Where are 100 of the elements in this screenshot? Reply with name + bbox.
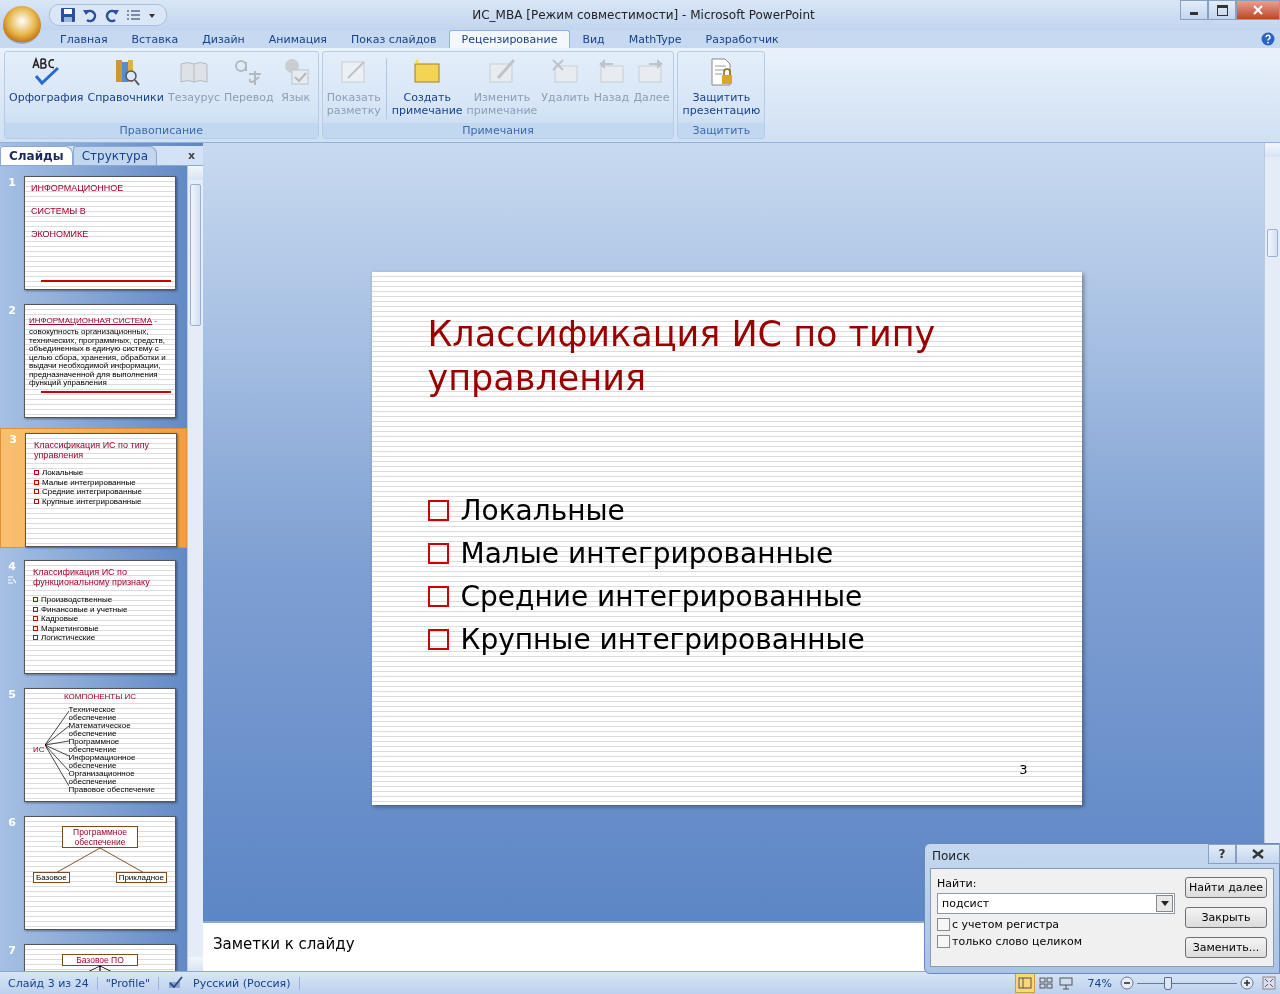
office-button[interactable] <box>3 6 41 44</box>
language-indicator[interactable]: Русский (Россия) <box>193 976 300 990</box>
thumb-title: Классификация ИС по типу управления <box>34 440 151 460</box>
spell-check-icon[interactable] <box>167 976 184 990</box>
thumb-title-line: ИНФОРМАЦИОННОЕ <box>31 183 125 193</box>
panel-tab[interactable]: Структура <box>72 146 158 165</box>
thumb-heading: ИНФОРМАЦИОННАЯ СИСТЕМА <box>29 316 153 325</box>
maximize-button[interactable] <box>1208 0 1236 20</box>
ribbon-button[interactable]: Орфография <box>7 54 86 123</box>
slide-show-icon[interactable] <box>1056 974 1075 992</box>
slide-number: 3 <box>1019 761 1028 777</box>
group-label: Защитить <box>678 123 765 138</box>
thumb-bullet-text: Средние интегрированные <box>42 487 142 497</box>
slide-thumbnail-row[interactable]: 3 Классификация ИС по типу управления Локальные Малые интегрированные Средние интегрированные Крупные интегрированные <box>0 428 187 548</box>
slide-thumbnail-row[interactable]: 5 КОМПОНЕНТЫ ИС ИС Техническое обеспечение Математическое обеспечение Программное обеспечение Информационное обеспечение Организационное обеспечение Правовое обеспечение <box>0 684 187 804</box>
panel-tab[interactable]: Слайды <box>0 146 73 165</box>
zoom-in-icon[interactable] <box>1240 976 1254 990</box>
bullet-square-icon <box>427 585 449 607</box>
ribbon-tab[interactable]: Вид <box>570 31 617 48</box>
bullet-square-icon <box>427 628 449 650</box>
thumb-component-label: Правовое обеспечение <box>68 785 156 794</box>
help-button[interactable]: ? <box>1208 844 1236 864</box>
slide-thumbnail-row[interactable]: 7 Базовое ПО <box>0 940 187 971</box>
bullet-square-icon <box>33 606 38 612</box>
thumb-title: Классификация ИС по функциональному признаку <box>33 567 151 587</box>
fit-to-window-icon[interactable] <box>1262 976 1276 990</box>
zoom-out-icon[interactable] <box>1120 976 1134 990</box>
checkbox[interactable] <box>937 935 950 948</box>
bullet-square-icon <box>427 499 449 521</box>
slide-thumbnail[interactable] <box>24 304 176 418</box>
list-icon[interactable] <box>126 7 142 23</box>
ribbon-button[interactable]: Создать примечание <box>389 54 465 123</box>
ribbon-tab[interactable]: Вставка <box>119 31 191 48</box>
slide-number: 5 <box>8 688 16 701</box>
thumb-bullet-text: Финансовые и учетные <box>41 604 128 614</box>
slide-number: 6 <box>8 816 16 829</box>
panel-close-button[interactable]: x <box>187 149 195 162</box>
slide-thumbnail[interactable]: Классификация ИС по типу управления Локальные Малые интегрированные Средние интегрированные Крупные интегрированные <box>25 433 177 547</box>
thumb-component-label: Информационное обеспечение <box>68 753 137 770</box>
thumb-bullet-text: Малые интегрированные <box>42 477 136 487</box>
undo-icon[interactable] <box>82 7 98 23</box>
slide-thumbnail-row[interactable]: 6 Программное обеспечение Базовое Прикладное <box>0 812 187 932</box>
checkbox-label[interactable]: с учетом регистра <box>952 918 1060 931</box>
help-icon[interactable] <box>1261 32 1275 46</box>
slide-thumbnail[interactable]: ИНФОРМАЦИОННОЕ СИСТЕМЫ В ЭКОНОМИКЕ <box>24 176 176 290</box>
thumb-title-line: СИСТЕМЫ В <box>31 206 87 216</box>
redo-icon[interactable] <box>104 7 120 23</box>
ribbon-tab[interactable]: Дизайн <box>190 31 257 48</box>
ribbon-button[interactable]: Справочники <box>85 54 166 123</box>
normal-view-icon[interactable] <box>1014 973 1035 993</box>
bullet-square-icon <box>33 635 38 641</box>
thumb-component-label: Математическое обеспечение <box>68 721 132 738</box>
slide-thumbnail[interactable]: Базовое ПО <box>24 944 176 971</box>
slide-counter: Слайд 3 из 24 <box>8 976 98 990</box>
close-button[interactable] <box>1236 844 1280 864</box>
minimize-button[interactable] <box>1180 0 1208 20</box>
ribbon-tab[interactable]: MathType <box>616 31 694 48</box>
ribbon-tab[interactable]: Показ слайдов <box>339 31 449 48</box>
bullet-square-icon <box>33 616 38 622</box>
scrollbar[interactable] <box>187 166 203 971</box>
thumb-root-box: Базовое ПО <box>62 954 138 966</box>
ribbon-tab[interactable]: Анимация <box>256 31 339 48</box>
thumb-root-box: Программное обеспечение <box>62 826 138 848</box>
dialog-title: Поиск <box>932 849 970 863</box>
bullet-square-icon <box>34 470 39 476</box>
dialog-button[interactable]: Закрыть <box>1185 907 1267 928</box>
thumb-title: КОМПОНЕНТЫ ИС <box>62 692 137 701</box>
checkbox-label[interactable]: только слово целиком <box>952 935 1083 948</box>
bullet-square-icon <box>33 597 38 603</box>
thumb-component-label: Организационное обеспечение <box>68 769 136 786</box>
ribbon-tab[interactable]: Разработчик <box>693 31 791 48</box>
group-label: Правописание <box>5 123 318 138</box>
slide-thumbnail-row[interactable]: 4 Классификация ИС по функциональному признаку Производственные Финансовые и учетные Кадровые Маркетинговые Логистические <box>0 556 187 676</box>
ribbon-tab[interactable]: Рецензирование <box>448 30 571 48</box>
dialog-button[interactable]: Заменить... <box>1185 937 1267 958</box>
thumb-child-box: Прикладное <box>115 872 167 883</box>
save-icon[interactable] <box>60 7 76 23</box>
thumb-dash: - <box>153 316 157 325</box>
thumb-title-line: ЭКОНОМИКЕ <box>31 229 90 239</box>
ribbon-tab[interactable]: Главная <box>48 31 120 48</box>
theme-name: "Profile" <box>105 976 160 990</box>
slide-thumbnail-row[interactable]: 1 ИНФОРМАЦИОННОЕ СИСТЕМЫ В ЭКОНОМИКЕ <box>0 172 187 292</box>
checkbox[interactable] <box>937 918 950 931</box>
dialog-button[interactable]: Найти далее <box>1185 877 1267 898</box>
find-field[interactable]: подсист <box>937 893 1175 914</box>
slide-thumbnail[interactable]: Программное обеспечение Базовое Прикладное <box>24 816 176 930</box>
slide-thumbnail[interactable]: КОМПОНЕНТЫ ИС ИС Техническое обеспечение Математическое обеспечение Программное обеспечение Информационное обеспечение Организационное обеспечение Правовое обеспечение <box>24 688 176 802</box>
thumb-bullet-text: Маркетинговые <box>41 623 99 633</box>
slide-sorter-icon[interactable] <box>1036 974 1055 992</box>
ribbon-button[interactable]: Защитить презентацию <box>680 54 763 123</box>
slide-number: 7 <box>8 944 16 957</box>
slide-thumbnail[interactable]: Классификация ИС по функциональному признаку Производственные Финансовые и учетные Кадровые Маркетинговые Логистические <box>24 560 176 674</box>
thumb-body-text: совокупность организационных, технических, программных, средств, объединенных в единую систему с целью сбора, хранения, обработки и выдачи необходимой информации, предназначенной для выполнения функций управления <box>29 328 167 388</box>
zoom-level[interactable]: 74% <box>1087 976 1112 990</box>
close-icon <box>1252 849 1264 859</box>
bullet-text: Локальные <box>460 492 625 529</box>
customize-icon[interactable] <box>148 11 156 19</box>
bullet-square-icon <box>34 479 39 485</box>
dropdown-button[interactable] <box>1156 895 1173 912</box>
bullet-text: Средние интегрированные <box>460 578 863 615</box>
